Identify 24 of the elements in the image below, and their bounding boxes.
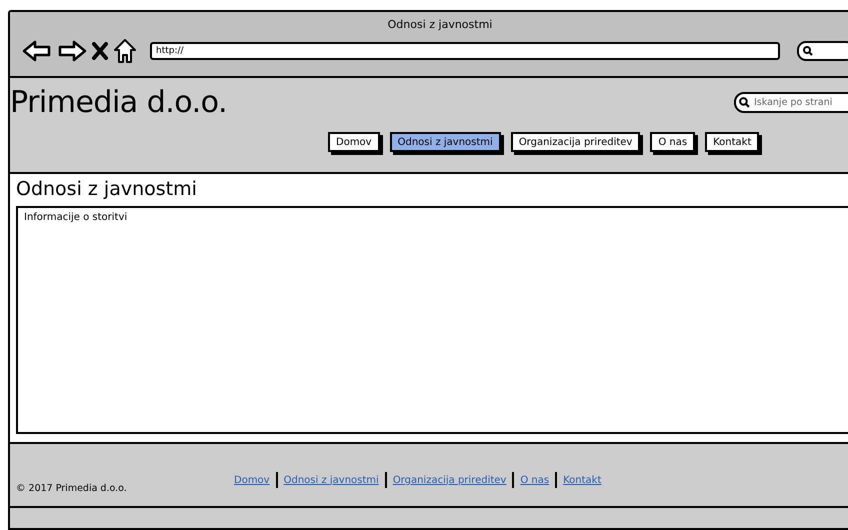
footer-link[interactable]: Kontakt xyxy=(563,474,602,486)
nav-tab[interactable]: Kontakt xyxy=(705,132,760,152)
copyright-text: © 2017 Primedia d.o.o. xyxy=(15,483,128,496)
search-icon xyxy=(803,46,813,56)
site-logo: Primedia d.o.o. xyxy=(10,84,228,120)
page-heading: Odnosi z javnostmi xyxy=(16,178,198,202)
footer-link[interactable]: Organizacija prireditev xyxy=(392,474,506,486)
footer-link[interactable]: O nas xyxy=(520,474,550,486)
forward-arrow-icon[interactable] xyxy=(57,39,87,63)
back-arrow-icon[interactable] xyxy=(22,39,52,63)
window-title: Odnosi z javnostmi xyxy=(386,17,494,32)
close-icon[interactable] xyxy=(92,41,108,61)
footer-link[interactable]: Domov xyxy=(234,474,270,486)
address-field[interactable]: http:// xyxy=(150,42,780,60)
nav-tab[interactable]: Organizacija prireditev xyxy=(510,132,640,152)
search-field[interactable]: Iskanje po strani xyxy=(734,92,848,112)
nav-tab[interactable]: Odnosi z javnostmi xyxy=(390,132,501,152)
nav-tab[interactable]: O nas xyxy=(650,132,696,152)
home-icon[interactable] xyxy=(113,38,137,64)
search-button[interactable] xyxy=(797,41,848,61)
footer-link[interactable]: Odnosi z javnostmi xyxy=(284,474,379,486)
search-icon xyxy=(739,96,750,108)
nav-tab[interactable]: Domov xyxy=(328,132,380,152)
panel-text: Informacije o storitvi xyxy=(23,211,128,225)
